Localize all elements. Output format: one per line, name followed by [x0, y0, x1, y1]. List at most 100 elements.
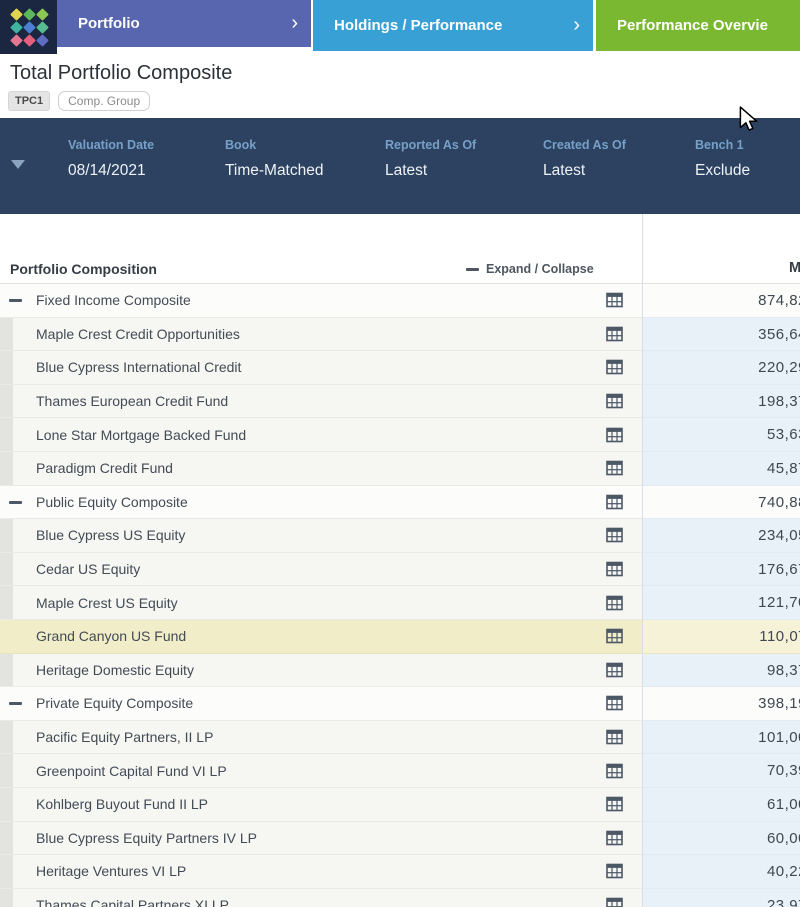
holding-name[interactable]: Grand Canyon US Fund	[36, 628, 186, 644]
table-row[interactable]: Grand Canyon US Fund 110,07	[0, 619, 800, 654]
table-row[interactable]: Lone Star Mortgage Backed Fund 53,63	[0, 418, 800, 452]
holdings-table-icon[interactable]	[606, 561, 623, 577]
market-value: 60,00	[766, 829, 800, 847]
filter-value[interactable]: 08/14/2021	[68, 162, 146, 180]
holdings-table-icon[interactable]	[606, 460, 623, 476]
breadcrumb-holdings-performance[interactable]: Holdings / Performance ›	[313, 0, 593, 51]
holding-name[interactable]: Public Equity Composite	[36, 494, 188, 510]
table-row[interactable]: Paradigm Credit Fund 45,87	[0, 451, 800, 486]
holdings-table-icon[interactable]	[606, 628, 623, 644]
holding-name[interactable]: Paradigm Credit Fund	[36, 460, 173, 476]
holding-name[interactable]: Greenpoint Capital Fund VI LP	[36, 763, 227, 779]
holdings-table-icon[interactable]	[606, 595, 623, 610]
table-row[interactable]: Pacific Equity Partners, II LP 101,00	[0, 720, 800, 755]
row-main-cell[interactable]: Cedar US Equity	[0, 552, 642, 587]
table-row[interactable]: Heritage Domestic Equity 98,37	[0, 653, 800, 688]
market-value: 356,64	[758, 325, 800, 343]
holdings-table-icon[interactable]	[606, 796, 623, 812]
holding-name[interactable]: Heritage Domestic Equity	[36, 662, 194, 678]
holding-name[interactable]: Maple Crest US Equity	[36, 595, 178, 611]
holding-name[interactable]: Thames European Credit Fund	[36, 393, 228, 409]
row-main-cell[interactable]: Maple Crest Credit Opportunities	[0, 317, 642, 352]
breadcrumb-performance-overview[interactable]: Performance Overvie	[596, 0, 800, 51]
holding-name[interactable]: Fixed Income Composite	[36, 292, 191, 308]
holdings-table-icon[interactable]	[606, 897, 623, 907]
collapse-panel-icon[interactable]	[11, 160, 25, 169]
table-row[interactable]: Blue Cypress US Equity 234,05	[0, 519, 800, 553]
row-main-cell[interactable]: Maple Crest US Equity	[0, 586, 642, 620]
row-main-cell[interactable]: Greenpoint Capital Fund VI LP	[0, 754, 642, 788]
chevron-right-icon: ›	[573, 13, 580, 36]
row-value-cell: 70,39	[643, 754, 800, 788]
row-main-cell[interactable]: Lone Star Mortgage Backed Fund	[0, 418, 642, 452]
holding-name[interactable]: Lone Star Mortgage Backed Fund	[36, 427, 246, 443]
app-logo[interactable]	[0, 0, 57, 54]
holdings-table-icon[interactable]	[606, 292, 623, 308]
filter-bar: Valuation Date 08/14/2021 Book Time-Matc…	[0, 118, 800, 214]
holdings-table-icon[interactable]	[606, 326, 623, 342]
holdings-table-icon[interactable]	[606, 830, 623, 846]
table-row[interactable]: Blue Cypress International Credit 220,29	[0, 351, 800, 385]
holdings-table-icon[interactable]	[606, 528, 623, 543]
row-main-cell[interactable]: Fixed Income Composite	[0, 284, 642, 318]
filter-value[interactable]: Time-Matched	[225, 162, 323, 180]
child-indent-strip	[0, 821, 13, 855]
holding-name[interactable]: Kohlberg Buyout Fund II LP	[36, 796, 208, 812]
breadcrumb-portfolio[interactable]: Portfolio ›	[57, 0, 311, 47]
row-main-cell[interactable]: Blue Cypress International Credit	[0, 351, 642, 385]
table-row[interactable]: Greenpoint Capital Fund VI LP 70,39	[0, 754, 800, 788]
row-main-cell[interactable]: Public Equity Composite	[0, 485, 642, 520]
holdings-table-icon[interactable]	[606, 696, 623, 711]
holding-name[interactable]: Maple Crest Credit Opportunities	[36, 326, 240, 342]
table-row[interactable]: Public Equity Composite 740,88	[0, 485, 800, 520]
holding-name[interactable]: Thames Capital Partners XI LP	[36, 897, 229, 907]
holding-name[interactable]: Private Equity Composite	[36, 695, 193, 711]
row-main-cell[interactable]: Heritage Domestic Equity	[0, 653, 642, 688]
holding-name[interactable]: Heritage Ventures VI LP	[36, 863, 186, 879]
holdings-table-icon[interactable]	[606, 494, 623, 510]
row-main-cell[interactable]: Thames European Credit Fund	[0, 384, 642, 419]
row-main-cell[interactable]: Kohlberg Buyout Fund II LP	[0, 787, 642, 822]
holdings-table-icon[interactable]	[606, 427, 623, 442]
holding-name[interactable]: Blue Cypress Equity Partners IV LP	[36, 830, 257, 846]
holdings-table-icon[interactable]	[606, 393, 623, 409]
table-row[interactable]: Kohlberg Buyout Fund II LP 61,00	[0, 787, 800, 822]
holdings-table-icon[interactable]	[606, 360, 623, 375]
holdings-table-icon[interactable]	[606, 864, 623, 879]
row-main-cell[interactable]: Grand Canyon US Fund	[0, 619, 642, 654]
row-main-cell[interactable]: Private Equity Composite	[0, 687, 642, 721]
row-main-cell[interactable]: Paradigm Credit Fund	[0, 451, 642, 486]
collapse-minus-icon[interactable]	[9, 299, 22, 302]
row-value-cell: 53,63	[643, 418, 800, 452]
filter-value[interactable]: Latest	[385, 162, 427, 180]
filter-value[interactable]: Latest	[543, 162, 585, 180]
row-main-cell[interactable]: Blue Cypress Equity Partners IV LP	[0, 821, 642, 856]
holding-name[interactable]: Blue Cypress International Credit	[36, 359, 241, 375]
table-row[interactable]: Heritage Ventures VI LP 40,22	[0, 855, 800, 889]
table-row[interactable]: Blue Cypress Equity Partners IV LP 60,00	[0, 821, 800, 856]
holding-name[interactable]: Cedar US Equity	[36, 561, 140, 577]
table-row[interactable]: Thames European Credit Fund 198,37	[0, 384, 800, 419]
row-main-cell[interactable]: Heritage Ventures VI LP	[0, 855, 642, 889]
row-main-cell[interactable]: Thames Capital Partners XI LP	[0, 888, 642, 907]
market-value: 40,22	[766, 863, 800, 881]
holding-name[interactable]: Blue Cypress US Equity	[36, 527, 185, 543]
market-value: 98,37	[766, 661, 800, 679]
expand-collapse-control[interactable]: Expand / Collapse	[466, 262, 594, 276]
table-row[interactable]: Cedar US Equity 176,67	[0, 552, 800, 587]
table-row[interactable]: Thames Capital Partners XI LP 23,97	[0, 888, 800, 907]
table-row[interactable]: Fixed Income Composite 874,82	[0, 284, 800, 318]
breadcrumb-label: Performance Overvie	[617, 17, 768, 34]
holdings-table-icon[interactable]	[606, 763, 623, 778]
collapse-minus-icon[interactable]	[9, 702, 22, 706]
row-main-cell[interactable]: Blue Cypress US Equity	[0, 519, 642, 553]
holdings-table-icon[interactable]	[606, 662, 623, 678]
filter-value[interactable]: Exclude	[695, 162, 750, 180]
holding-name[interactable]: Pacific Equity Partners, II LP	[36, 729, 213, 745]
table-row[interactable]: Maple Crest US Equity 121,70	[0, 586, 800, 620]
collapse-minus-icon[interactable]	[9, 500, 22, 504]
row-main-cell[interactable]: Pacific Equity Partners, II LP	[0, 720, 642, 755]
holdings-table-icon[interactable]	[606, 729, 623, 745]
table-row[interactable]: Maple Crest Credit Opportunities 356,64	[0, 317, 800, 352]
table-row[interactable]: Private Equity Composite 398,19	[0, 687, 800, 721]
